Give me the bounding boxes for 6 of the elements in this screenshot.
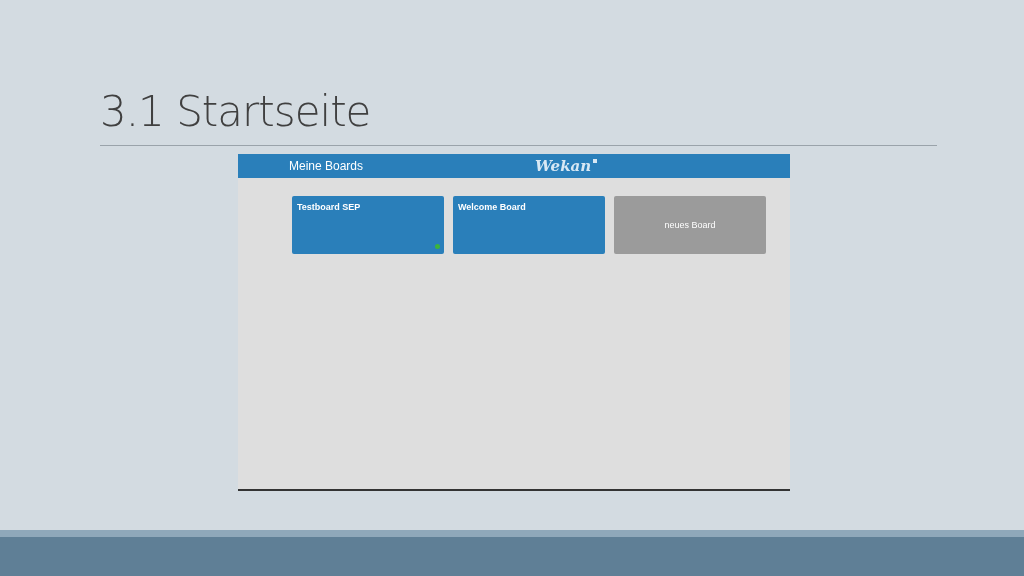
logo: Wekan bbox=[535, 157, 598, 175]
new-board-tile[interactable]: neues Board bbox=[614, 196, 766, 254]
board-tile[interactable]: Testboard SEP bbox=[292, 196, 444, 254]
slide-title: 3.1 Startseite bbox=[100, 86, 372, 138]
board-tile[interactable]: Welcome Board bbox=[453, 196, 605, 254]
header-title: Meine Boards bbox=[289, 159, 365, 173]
